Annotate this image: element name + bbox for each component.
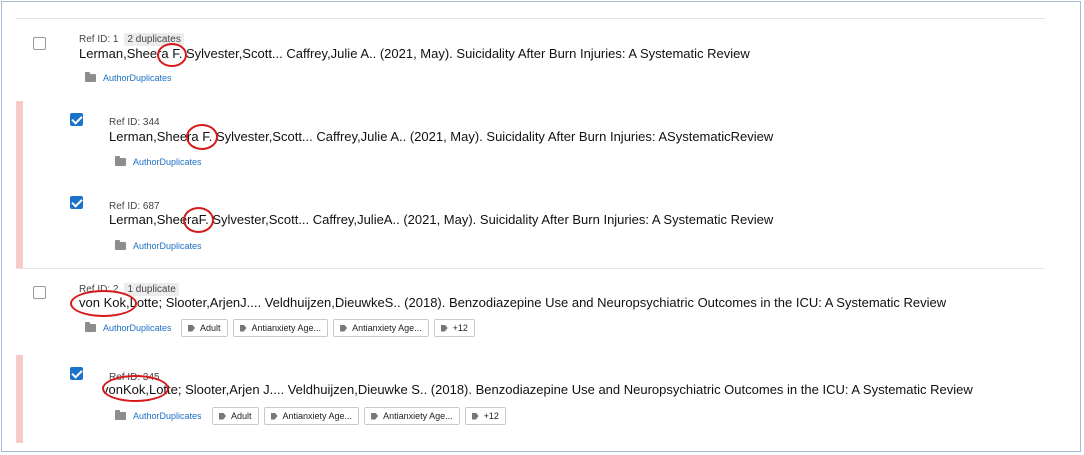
- duplicate-indicator-bar: [16, 101, 23, 184]
- tag-chip[interactable]: Antianxiety Age...: [263, 407, 360, 425]
- citation-text[interactable]: Lerman,Sheera F. Sylvester,Scott... Caff…: [109, 129, 773, 144]
- record-checkbox[interactable]: [33, 286, 46, 299]
- ref-id-line: Ref ID: 1 2 duplicates: [79, 33, 184, 46]
- tag-icon: [371, 412, 379, 420]
- citation-text[interactable]: vonKok,Lotte; Slooter,Arjen J.... Veldhu…: [102, 382, 973, 397]
- tag-label: Adult: [200, 323, 221, 333]
- tag-icon: [471, 412, 479, 420]
- ref-id: Ref ID: 2: [79, 284, 119, 295]
- tag-chip[interactable]: Adult: [212, 407, 259, 425]
- record-checkbox-checked[interactable]: [70, 196, 83, 209]
- reference-record-master: Ref ID: 1 2 duplicates Lerman,Sheera F. S…: [16, 19, 1045, 102]
- folder-icon: [115, 410, 126, 420]
- folder-label[interactable]: AuthorDuplicates: [133, 241, 202, 251]
- folder-label[interactable]: AuthorDuplicates: [103, 73, 172, 83]
- tag-icon: [340, 324, 348, 332]
- folder-link[interactable]: AuthorDuplicates: [85, 322, 172, 333]
- ref-id: Ref ID: 1: [79, 34, 119, 45]
- reference-record-duplicate: Ref ID: 344 Lerman,Sheera F. Sylvester,S…: [16, 101, 1045, 185]
- reference-record-master: Ref ID: 21 duplicate von Kok,Lotte; Sloo…: [16, 268, 1045, 356]
- reference-record-duplicate: Ref ID: 345 vonKok,Lotte; Slooter,Arjen …: [16, 355, 1045, 443]
- duplicates-badge[interactable]: 2 duplicates: [124, 33, 184, 46]
- folder-icon: [85, 322, 96, 332]
- ref-id: Ref ID: 687: [109, 201, 160, 212]
- ref-id-line: Ref ID: 344: [109, 117, 160, 128]
- tag-label: Adult: [231, 411, 252, 421]
- record-checkbox-checked[interactable]: [70, 113, 83, 126]
- folder-label[interactable]: AuthorDuplicates: [103, 323, 172, 333]
- folder-link[interactable]: AuthorDuplicates: [85, 72, 172, 83]
- record-checkbox-checked[interactable]: [70, 367, 83, 380]
- tag-list: Adult Antianxiety Age... Antianxiety Age…: [212, 407, 506, 425]
- tag-icon: [270, 412, 278, 420]
- reference-record-duplicate: Ref ID: 687 Lerman,SheeraF. Sylvester,Sc…: [16, 184, 1045, 269]
- tag-chip[interactable]: Antianxiety Age...: [364, 407, 460, 425]
- folder-icon: [115, 156, 126, 166]
- folder-label[interactable]: AuthorDuplicates: [133, 157, 202, 167]
- folder-link[interactable]: AuthorDuplicates: [115, 240, 202, 251]
- tag-label: +12: [483, 411, 499, 421]
- tag-chip[interactable]: Adult: [181, 319, 228, 337]
- citation-text[interactable]: von Kok,Lotte; Slooter,ArjenJ.... Veldhu…: [79, 295, 946, 310]
- folder-icon: [85, 72, 96, 82]
- citation-text[interactable]: Lerman,Sheera F. Sylvester,Scott... Caff…: [79, 46, 750, 61]
- citation-text[interactable]: Lerman,SheeraF. Sylvester,Scott... Caffr…: [109, 212, 773, 227]
- tag-label: Antianxiety Age...: [352, 323, 422, 333]
- tag-icon: [219, 412, 226, 420]
- record-checkbox[interactable]: [33, 37, 46, 50]
- duplicate-indicator-bar: [16, 355, 23, 443]
- more-tags-chip[interactable]: +12: [433, 319, 475, 337]
- duplicate-indicator-bar: [16, 184, 23, 268]
- folder-icon: [115, 240, 126, 250]
- tag-list: Adult Antianxiety Age... Antianxiety Age…: [181, 319, 475, 337]
- tag-label: +12: [452, 323, 468, 333]
- ref-id-line: Ref ID: 687: [109, 201, 160, 212]
- tag-icon: [440, 324, 448, 332]
- tag-chip[interactable]: Antianxiety Age...: [333, 319, 429, 337]
- more-tags-chip[interactable]: +12: [464, 407, 506, 425]
- tag-label: Antianxiety Age...: [282, 411, 353, 421]
- tag-icon: [239, 324, 247, 332]
- tag-icon: [188, 324, 195, 332]
- folder-link[interactable]: AuthorDuplicates: [115, 156, 202, 167]
- tag-label: Antianxiety Age...: [383, 411, 453, 421]
- ref-id: Ref ID: 344: [109, 117, 160, 128]
- folder-link[interactable]: AuthorDuplicates: [115, 410, 202, 421]
- folder-label[interactable]: AuthorDuplicates: [133, 411, 202, 421]
- tag-label: Antianxiety Age...: [251, 323, 322, 333]
- tag-chip[interactable]: Antianxiety Age...: [232, 319, 329, 337]
